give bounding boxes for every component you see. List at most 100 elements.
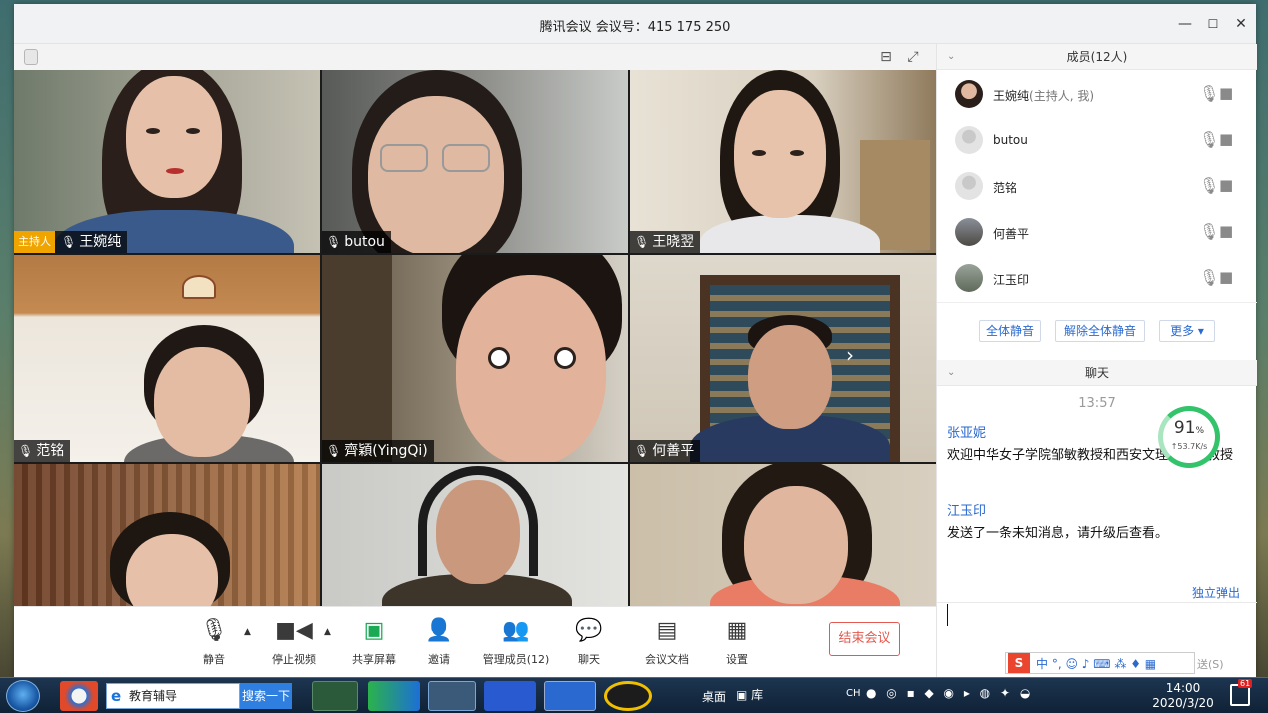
participant-name: 何善平 (652, 443, 695, 459)
title-bar: 腾讯会议 会议号：415 175 250 — ☐ ✕ (14, 4, 1256, 44)
wps-icon[interactable] (484, 681, 536, 711)
document-icon: ▤ (656, 618, 678, 643)
members-header[interactable]: ⌄ 成员(12人) (937, 44, 1257, 70)
invite-user-icon: 👤 (425, 618, 453, 643)
video-tile[interactable]: 🎙 王晓翌 (630, 70, 936, 253)
video-tile[interactable] (14, 464, 320, 606)
camera-icon[interactable]: ■ (1219, 268, 1233, 286)
mic-icon[interactable]: 🎙 (1199, 268, 1219, 287)
camera-icon[interactable]: ■ (1219, 222, 1233, 240)
chat-header[interactable]: ⌄ 聊天 (937, 360, 1257, 386)
minimize-button[interactable]: — (1174, 13, 1196, 35)
layout-icon[interactable]: ⊟ (878, 49, 894, 65)
search-input[interactable]: e 教育辅导 (106, 683, 240, 709)
network-speed-widget[interactable]: 91% ↑53.7K/s (1158, 406, 1220, 468)
tray-icons[interactable]: ● ◎ ▪ ◆ ◉ ▸ ◍ ✦ ◒ (866, 686, 1033, 700)
chevron-down-icon[interactable]: ⌄ (947, 360, 955, 386)
unmute-all-button[interactable]: 解除全体静音 (1055, 320, 1145, 342)
camera-icon[interactable]: ■ (1219, 84, 1233, 102)
video-options-caret[interactable]: ▲ (324, 627, 331, 637)
member-row[interactable]: 何善平 🎙 ■ (937, 210, 1257, 256)
browser-icon: e (111, 687, 122, 705)
avatar (955, 264, 983, 292)
video-tile[interactable] (322, 464, 628, 606)
language-indicator[interactable]: CH (846, 688, 861, 699)
avatar (955, 172, 983, 200)
chevron-down-icon[interactable]: ⌄ (947, 44, 955, 70)
chat-timestamp: 13:57 (1078, 396, 1116, 411)
popout-link[interactable]: 独立弹出 (1192, 584, 1240, 601)
camera-icon[interactable]: ■ (1219, 176, 1233, 194)
documents-label: 会议文档 (645, 653, 689, 666)
more-button[interactable]: 更多 ▾ (1159, 320, 1215, 342)
video-tile[interactable]: 🎙 butou (322, 70, 628, 253)
member-row[interactable]: 范铭 🎙 ■ (937, 164, 1257, 210)
start-button[interactable] (6, 680, 40, 712)
end-meeting-button[interactable]: 结束会议 (829, 622, 900, 656)
chat-title: 聊天 (1084, 366, 1109, 380)
video-tile[interactable]: 🎙 齊穎(YingQi) (322, 255, 628, 462)
stop-video-button[interactable]: ■◀ 停止视频 (259, 617, 329, 667)
mic-icon[interactable]: 🎙 (1199, 130, 1219, 149)
settings-button[interactable]: ▦ 设置 (702, 617, 772, 667)
invite-button[interactable]: 👤 邀请 (404, 617, 474, 667)
clock-time: 14:00 (1165, 681, 1201, 695)
mute-options-caret[interactable]: ▲ (244, 627, 251, 637)
participant-name: 王婉纯 (79, 234, 122, 250)
meeting-toolbar: 🎙 静音 ▲ ■◀ 停止视频 ▲ ▣ 共享屏幕 👤 邀请 👥 管理成员(12) (14, 606, 936, 677)
app-icon[interactable] (60, 681, 98, 711)
documents-button[interactable]: ▤ 会议文档 (632, 617, 702, 667)
search-button[interactable]: 搜索一下 (240, 683, 292, 709)
share-screen-button[interactable]: ▣ 共享屏幕 (339, 617, 409, 667)
chat-message: 发送了一条未知消息，请升级后查看。 (947, 526, 1169, 541)
app-icon[interactable] (312, 681, 358, 711)
close-button[interactable]: ✕ (1230, 13, 1252, 35)
share-screen-label: 共享屏幕 (352, 653, 396, 666)
avatar (955, 80, 983, 108)
fullscreen-icon[interactable]: ⤢ (905, 49, 921, 65)
manage-members-button[interactable]: 👥 管理成员(12) (476, 617, 556, 667)
mute-all-button[interactable]: 全体静音 (979, 320, 1041, 342)
chat-icon: 💬 (575, 618, 603, 643)
clock[interactable]: 14:00 2020/3/20 (1148, 681, 1218, 711)
video-tile[interactable]: 🎙 范铭 (14, 255, 320, 462)
video-tile[interactable]: 主持人 🎙 王婉纯 (14, 70, 320, 253)
host-badge: 主持人 (14, 231, 55, 253)
mic-icon: 🎙 (326, 235, 342, 249)
speed-percent: 91 (1173, 418, 1196, 438)
text-caret (947, 604, 948, 626)
camera-icon[interactable]: ■ (1219, 130, 1233, 148)
video-tile[interactable] (630, 464, 936, 606)
next-page-icon[interactable]: › (846, 343, 854, 367)
folder-icon[interactable] (428, 681, 476, 711)
send-hint[interactable]: 送(S) (1197, 656, 1224, 672)
participant-label: 🎙 范铭 (14, 440, 71, 462)
chat-button[interactable]: 💬 聊天 (554, 617, 624, 667)
member-name: 江玉印 (993, 273, 1030, 287)
app-icon[interactable] (604, 681, 652, 711)
microphone-icon: 🎙 (200, 618, 228, 643)
library-toolbar[interactable]: ▣ 库 (736, 686, 763, 703)
maximize-button[interactable]: ☐ (1202, 13, 1224, 35)
mute-button[interactable]: 🎙 静音 (179, 617, 249, 667)
mic-icon[interactable]: 🎙 (1199, 222, 1219, 241)
member-row[interactable]: 江玉印 🎙 ■ (937, 256, 1257, 302)
desktop-toolbar[interactable]: 桌面 (702, 688, 726, 705)
mic-icon[interactable]: 🎙 (1199, 84, 1219, 103)
member-row[interactable]: 王婉纯(主持人, 我) 🎙 ■ (937, 72, 1257, 118)
chat-label: 聊天 (578, 653, 600, 666)
mic-icon: 🎙 (326, 444, 342, 458)
app-icon[interactable] (368, 681, 420, 711)
side-panel: ⌄ 成员(12人) 王婉纯(主持人, 我) 🎙 ■ butou 🎙 ■ 范铭 🎙… (936, 44, 1257, 677)
tencent-meeting-icon[interactable] (544, 681, 596, 711)
mic-icon[interactable]: 🎙 (1199, 176, 1219, 195)
chat-sender: 江玉印 (947, 504, 987, 519)
stop-video-label: 停止视频 (272, 653, 316, 666)
video-tile[interactable]: › 🎙 何善平 (630, 255, 936, 462)
member-row[interactable]: butou 🎙 ■ (937, 118, 1257, 164)
avatar (955, 126, 983, 154)
window-title: 腾讯会议 会议号：415 175 250 (539, 20, 731, 35)
participant-label: 🎙 齊穎(YingQi) (322, 440, 434, 462)
shield-icon[interactable] (24, 49, 38, 65)
ime-toolbar[interactable]: S 中 °, ☺ ♪ ⌨ ⁂ ♦ ▦ (1005, 652, 1195, 674)
